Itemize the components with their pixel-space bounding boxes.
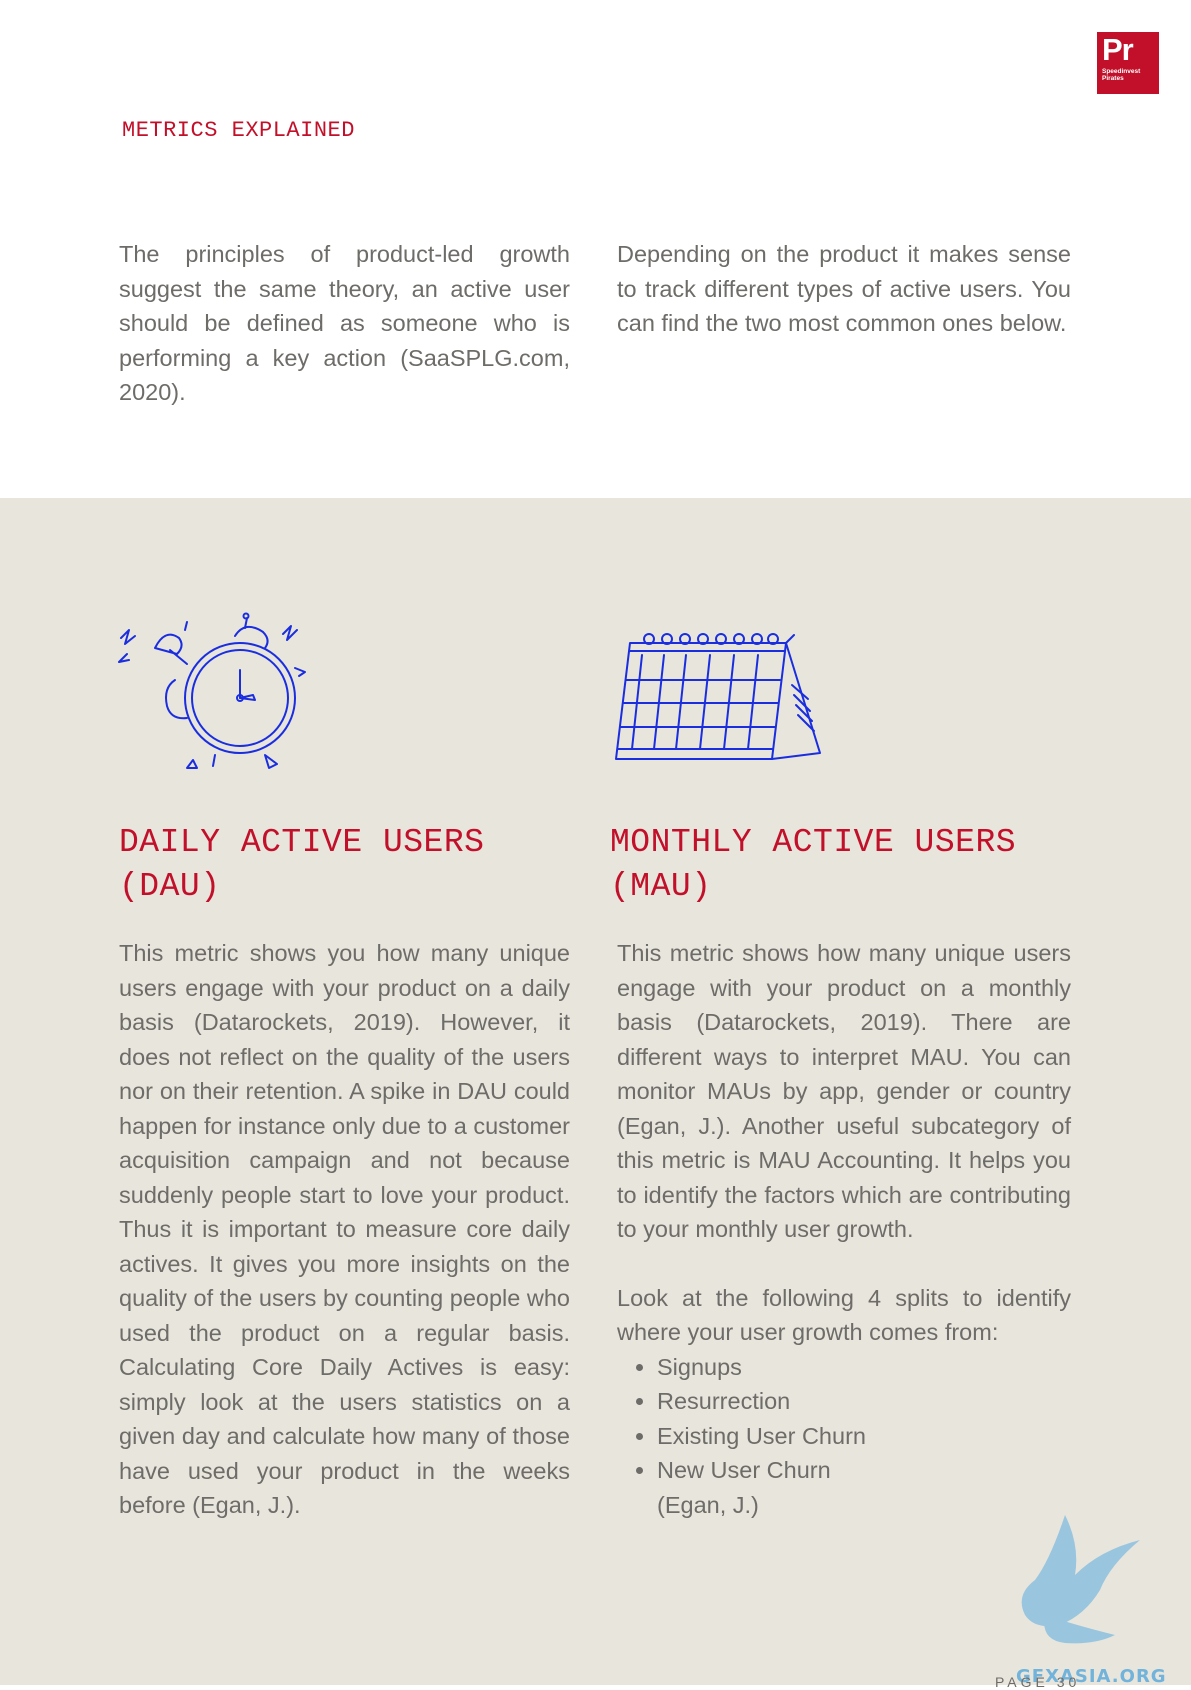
mau-heading: MONTHLY ACTIVE USERS (MAU)	[610, 821, 1070, 909]
logo-subtitle: Speedinvest Pirates	[1102, 68, 1154, 82]
page-number: PAGE 30	[995, 1674, 1081, 1690]
intro-right-paragraph: Depending on the product it makes sense …	[617, 241, 1071, 336]
logo-line-1: Speedinvest	[1102, 68, 1141, 75]
mau-spacer	[617, 1247, 1071, 1281]
mau-splits-list: Signups Resurrection Existing User Churn…	[617, 1350, 1071, 1488]
mau-body: This metric shows how many unique users …	[617, 936, 1071, 1522]
dau-heading: DAILY ACTIVE USERS (DAU)	[119, 821, 579, 909]
dau-body: This metric shows you how many unique us…	[119, 940, 570, 1518]
list-item: Signups	[657, 1350, 1071, 1385]
alarm-clock-icon	[118, 612, 306, 769]
dau-heading-line-2: (DAU)	[119, 868, 221, 905]
mau-description: This metric shows how many unique users …	[617, 940, 1071, 1242]
logo-mark: Pr	[1102, 32, 1134, 67]
mau-citation: (Egan, J.)	[657, 1491, 759, 1518]
list-item: New User Churn	[657, 1453, 1071, 1488]
section-label: METRICS EXPLAINED	[122, 118, 355, 143]
bird-watermark-icon	[1021, 1515, 1140, 1644]
brand-logo: Pr Speedinvest Pirates	[1097, 32, 1159, 94]
list-item: Existing User Churn	[657, 1419, 1071, 1454]
dau-heading-line-1: DAILY ACTIVE USERS	[119, 824, 485, 861]
desk-calendar-icon	[615, 633, 821, 760]
list-item: Resurrection	[657, 1384, 1071, 1419]
intro-left-paragraph: The principles of product-led growth sug…	[119, 241, 570, 405]
mau-splits-intro: Look at the following 4 splits to identi…	[617, 1284, 1071, 1346]
mau-heading-line-2: (MAU)	[610, 868, 712, 905]
mau-heading-line-1: MONTHLY ACTIVE USERS	[610, 824, 1017, 861]
logo-line-2: Pirates	[1102, 75, 1124, 82]
